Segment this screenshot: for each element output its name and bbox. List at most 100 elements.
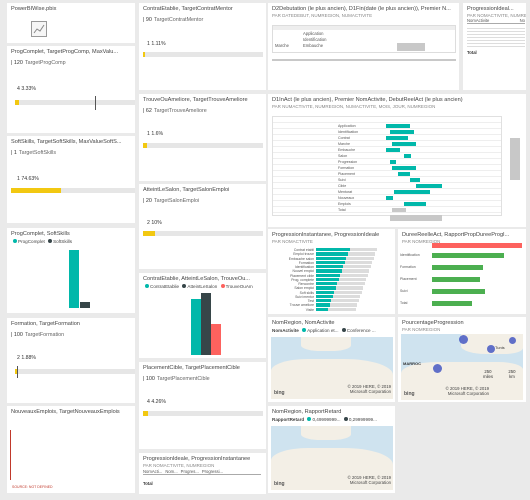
tile-nouveaux-emplois[interactable]: NouveauxEmplois, TargetNouveauxEmplois S… (7, 406, 135, 493)
tile-formation[interactable]: Formation, TargetFormation | 100 TargetFo… (7, 318, 135, 403)
gantt-bar[interactable] (398, 172, 410, 176)
bar-instant[interactable] (316, 273, 341, 277)
bar-duree[interactable] (432, 253, 505, 258)
gantt-bar[interactable] (389, 160, 396, 164)
bar-instant[interactable] (316, 265, 344, 269)
bar-trouve[interactable] (211, 324, 221, 355)
col-header[interactable]: Progressi... (202, 469, 223, 474)
bar-instant[interactable] (316, 290, 335, 294)
bar-label: Visite (305, 307, 314, 312)
legend-dot-icon (182, 284, 187, 289)
gantt-bar[interactable] (386, 148, 401, 152)
tile-trouve[interactable]: TrouveOuAmeliore, TargetTrouveAmeliore |… (139, 94, 266, 181)
tile-gantt[interactable]: D1InAct (le plus ancien), Premier NomAct… (268, 94, 526, 227)
map-canvas[interactable]: bing © 2019 HERE, © 2019 Microsoft Corpo… (271, 426, 393, 490)
tile-map-pourcentage[interactable]: PourcentageProgression PAR NOMREGION Tun… (398, 317, 526, 402)
legend-item: 0,49999999... (312, 416, 341, 422)
kpi-target: | 20 TargetSalonEmploi (143, 197, 200, 204)
footnote: SOURCE: NOT DEFINED (12, 485, 53, 489)
map-bubble[interactable] (459, 335, 468, 344)
bar-instant[interactable] (316, 260, 345, 265)
gantt-bar[interactable] (386, 136, 408, 140)
gantt-bar[interactable] (416, 184, 443, 188)
bar-instant[interactable] (316, 248, 351, 252)
horizontal-scrollbar[interactable] (390, 215, 442, 221)
row-label: Application (303, 31, 324, 36)
bar-instant[interactable] (316, 252, 348, 256)
tile-map-nomregion[interactable]: NomRegion, NomActivite NomActivite Appli… (268, 317, 395, 402)
col-header[interactable]: Progres... (181, 469, 199, 474)
gantt-bar[interactable] (389, 130, 414, 134)
horizontal-scrollbar[interactable] (272, 59, 456, 61)
map-bubble[interactable] (487, 345, 495, 353)
gantt-bar[interactable] (404, 202, 426, 206)
bar-instant[interactable] (316, 303, 330, 307)
tile-d2debut[interactable]: D2Debutation (le plus ancien), D1Fin(dat… (268, 3, 459, 90)
tile-progcomplet[interactable]: ProgComplet, TargetProgComp, MaxValu... … (7, 46, 135, 133)
gantt-bar[interactable] (386, 196, 394, 200)
tile-progcomplet-softskills[interactable]: ProgComplet, SoftSkills ProgComplet Soft… (7, 228, 135, 313)
map-canvas[interactable]: bing © 2019 HERE, © 2019 Microsoft Corpo… (271, 337, 393, 399)
bar-duree[interactable] (432, 301, 472, 306)
tile-title: DureeReelleAct, RapportPropDureeProgI... (402, 232, 510, 238)
bar-instant[interactable] (316, 299, 332, 303)
legend-softskills: SoftSkills (53, 238, 72, 244)
hbar-chart: Contrat etabli Emploi trouve Embauche salo… (270, 248, 393, 312)
gantt-bar[interactable] (394, 190, 431, 194)
bar-duree[interactable] (432, 265, 484, 270)
map-bubble[interactable] (509, 337, 516, 344)
progress-track (15, 369, 135, 374)
gantt-bar[interactable] (392, 166, 416, 170)
map-canvas[interactable]: Tunis MARROC 250 miles 250 km bing © 201… (401, 334, 523, 400)
col-header[interactable]: No (520, 18, 525, 23)
map-bubble[interactable] (433, 364, 442, 373)
tile-progression-bars[interactable]: ProgressionInstantanee, ProgressionIdeal… (268, 229, 395, 314)
tile-placement[interactable]: PlacementCible, TargetPlacementCible | 1… (139, 362, 266, 449)
col-header[interactable]: Nom... (165, 469, 177, 474)
col-header[interactable]: NomActivite (467, 18, 489, 23)
map-copyright: © 2019 HERE, © 2019 Microsoft Corporatio… (347, 475, 391, 485)
legend-trouve: TrouveOuAm (225, 283, 253, 289)
tile-atteint[interactable]: AtteintLeSalon, TargetSalonEmploi | 20 Ta… (139, 184, 266, 269)
progress-fill (15, 100, 19, 105)
bar-duree[interactable] (432, 277, 481, 282)
gantt-bar[interactable] (404, 154, 412, 158)
legend-atteint: AtteintLeSalon (187, 283, 218, 289)
tile-progressionideal-2[interactable]: ProgressionIdeal... PAR NOMACTIVITE, NUM… (463, 3, 526, 90)
map-legend: RapportRetard 0,49999999... 0,29999999..… (268, 416, 395, 423)
kpi-target: | 120 TargetProgComp (11, 59, 66, 66)
vertical-scrollbar[interactable] (510, 138, 520, 180)
tile-contrat[interactable]: ContratEtablie, TargetContratMentor | 90… (139, 3, 266, 90)
bar-label: Suivi (400, 289, 408, 293)
gantt-bar[interactable] (410, 178, 420, 182)
bar-instant[interactable] (316, 277, 339, 282)
gantt-bar[interactable] (392, 142, 416, 146)
bar-instant[interactable] (316, 307, 329, 311)
tile-softskills[interactable]: SoftSkills, TargetSoftSkills, MaxValueSo… (7, 136, 135, 223)
tile-title: AtteintLeSalon, TargetSalonEmploi (143, 187, 230, 193)
bar-atteint[interactable] (201, 293, 211, 355)
gantt-bar[interactable] (397, 43, 425, 51)
tile-duree[interactable]: DureeReelleAct, RapportPropDureeProgI...… (398, 229, 526, 314)
bar-instant[interactable] (316, 286, 336, 290)
bar-instant[interactable] (316, 294, 333, 299)
gantt-bar[interactable] (392, 208, 407, 212)
bar-softskills[interactable] (80, 302, 90, 308)
bar-instant[interactable] (316, 256, 347, 260)
tile-powerbi-wise[interactable]: PowerBIWise.pbix (7, 3, 135, 43)
tile-contrat-columns[interactable]: ContratEtablie, AtteintLeSalon, TrouveOu… (139, 273, 266, 358)
progress-fill (143, 231, 155, 236)
kpi-label: TargetTrouveAmeliore (153, 107, 207, 114)
bar-instant[interactable] (316, 282, 338, 286)
bar-instant[interactable] (316, 269, 342, 273)
col-header[interactable]: NomActi... (143, 469, 162, 474)
chart-axis-line (10, 430, 11, 480)
bar-contrat[interactable] (191, 299, 201, 355)
gantt-bar[interactable] (386, 124, 410, 128)
tile-progressionideale[interactable]: ProgressionIdeale, ProgressionInstantane… (139, 453, 266, 494)
bar-duree[interactable] (432, 289, 485, 294)
tile-map-rapport[interactable]: NomRegion, RapportRetard RapportRetard 0… (268, 406, 395, 493)
header-bar (432, 243, 522, 248)
bar-progcomplet[interactable] (69, 250, 79, 308)
bar-label: Placement (400, 277, 417, 281)
